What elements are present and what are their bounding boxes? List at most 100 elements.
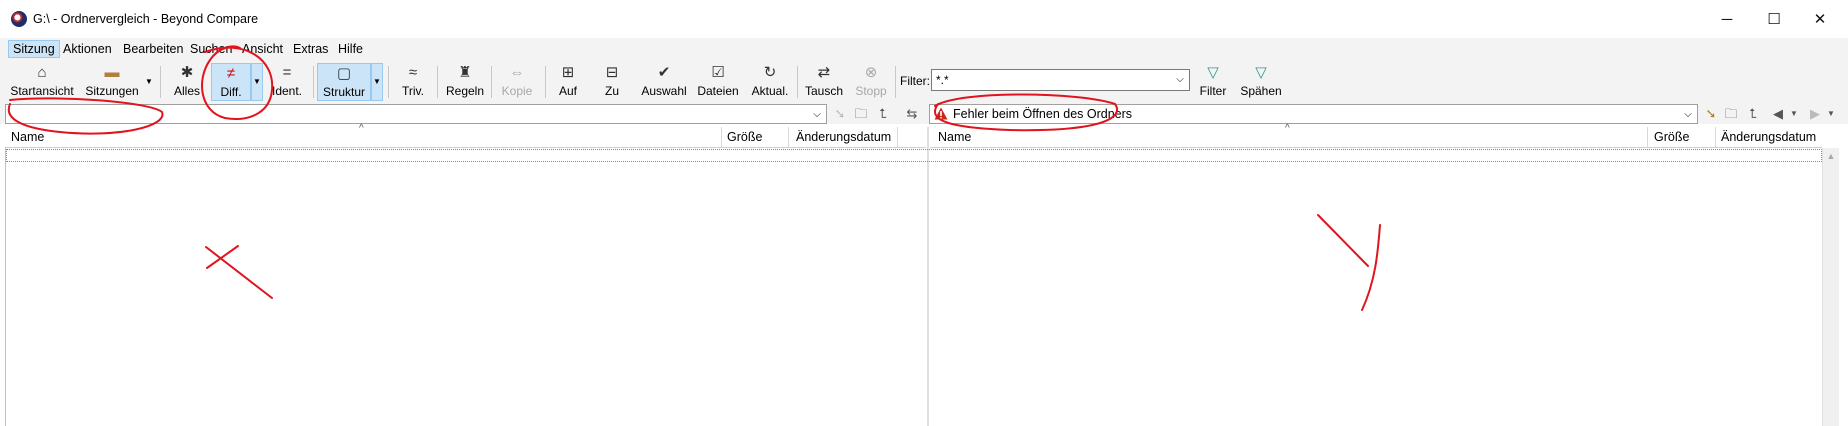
tausch-button[interactable]: ⇄ Tausch: [803, 63, 845, 101]
close-button[interactable]: ✕: [1797, 0, 1843, 38]
referee-icon: ♜: [458, 64, 472, 81]
refresh-icon: ↻: [763, 64, 777, 81]
menu-bearbeiten[interactable]: Bearbeiten: [119, 40, 187, 58]
column-divider[interactable]: [1647, 127, 1648, 148]
menu-hilfe[interactable]: Hilfe: [334, 40, 367, 58]
right-column-header: ^ Name Größe Änderungsdatum: [930, 123, 1822, 148]
vertical-scrollbar[interactable]: ▲: [1822, 148, 1839, 426]
alles-button[interactable]: ✱ Alles: [168, 63, 206, 101]
right-path-input[interactable]: Fehler beim Öffnen des Ordners ⌵: [929, 104, 1698, 124]
right-column-date[interactable]: Änderungsdatum: [1721, 130, 1816, 144]
title-bar: G:\ - Ordnervergleich - Beyond Compare ─…: [0, 0, 1848, 38]
not-equal-icon: ≠: [226, 65, 236, 82]
toolbar-separator: [895, 66, 896, 98]
auswahl-button[interactable]: ✔ Auswahl: [640, 63, 688, 101]
diff-button[interactable]: ≠ Diff.: [211, 63, 251, 101]
menu-ansicht[interactable]: Ansicht: [238, 40, 287, 58]
open-folder-icon[interactable]: 🗀: [851, 105, 871, 123]
dateien-button[interactable]: ☑ Dateien: [695, 63, 741, 101]
next-folder-icon[interactable]: ➘: [830, 105, 850, 123]
column-divider[interactable]: [897, 127, 898, 148]
left-column-header: ^ Name Größe Änderungsdatum: [5, 123, 926, 148]
right-column-name[interactable]: Name: [938, 130, 971, 144]
startansicht-button[interactable]: ⌂ Startansicht: [9, 63, 75, 101]
chevron-down-icon[interactable]: ⌵: [810, 107, 824, 123]
filter-input[interactable]: *.* ⌵: [931, 69, 1190, 91]
right-path-error: Fehler beim Öffnen des Ordners: [953, 107, 1133, 121]
copy-arrows-icon: ⇔: [509, 64, 525, 81]
swap-icon: ⇄: [817, 64, 831, 81]
menu-aktionen[interactable]: Aktionen: [59, 40, 116, 58]
minimize-button[interactable]: ─: [1704, 0, 1750, 38]
chevron-down-icon[interactable]: ⌵: [1173, 72, 1187, 88]
toolbar-separator: [388, 66, 389, 98]
kopie-button[interactable]: ⇔ Kopie: [497, 63, 537, 101]
funnel-peek-icon: ▽: [1255, 64, 1267, 81]
chevron-down-icon[interactable]: ▼: [1784, 105, 1804, 123]
right-file-list[interactable]: [930, 148, 1822, 426]
sitzungen-dropdown-arrow[interactable]: ▼: [143, 63, 155, 101]
menu-sitzung[interactable]: Sitzung: [8, 40, 60, 58]
struktur-button[interactable]: ▢ Struktur: [317, 63, 371, 101]
menu-suchen[interactable]: Suchen: [186, 40, 236, 58]
toolbar-separator: [313, 66, 314, 98]
left-column-name[interactable]: Name: [11, 130, 44, 144]
right-column-size[interactable]: Größe: [1654, 130, 1689, 144]
stop-icon: ⊗: [864, 64, 878, 81]
filter-button[interactable]: ▽ Filter: [1195, 63, 1231, 101]
swap-folders-icon[interactable]: ⇆: [902, 105, 922, 123]
pane-splitter[interactable]: [927, 127, 929, 426]
toolbar-separator: [491, 66, 492, 98]
parent-folder-icon[interactable]: ⮤: [873, 105, 893, 123]
left-column-size[interactable]: Größe: [727, 130, 762, 144]
asterisk-icon: ✱: [180, 64, 194, 81]
warning-icon: [934, 107, 948, 120]
approx-equal-icon: ≈: [408, 64, 418, 81]
regeln-button[interactable]: ♜ Regeln: [443, 63, 487, 101]
next-folder-icon[interactable]: ➘: [1701, 105, 1721, 123]
chevron-down-icon[interactable]: ⌵: [1681, 107, 1695, 123]
window-title: G:\ - Ordnervergleich - Beyond Compare: [33, 12, 259, 26]
toolbar-separator: [797, 66, 798, 98]
diff-dropdown-arrow[interactable]: ▼: [251, 63, 263, 101]
beyond-compare-logo-icon: [11, 11, 27, 27]
left-file-list[interactable]: [5, 148, 926, 426]
open-folder-icon[interactable]: 🗀: [1721, 105, 1741, 123]
left-column-date[interactable]: Änderungsdatum: [796, 130, 891, 144]
aktual-button[interactable]: ↻ Aktual.: [747, 63, 793, 101]
sitzungen-button[interactable]: ▬ Sitzungen: [82, 63, 142, 101]
spaehen-button[interactable]: ▽ Spähen: [1239, 63, 1283, 101]
checkmarks-icon: ✔: [657, 64, 671, 81]
parent-folder-icon[interactable]: ⮤: [1743, 105, 1763, 123]
ident-button[interactable]: = Ident.: [266, 63, 308, 101]
sort-caret-icon: ^: [1285, 123, 1290, 134]
left-path-input[interactable]: ⌵: [5, 104, 827, 124]
menu-bar: Sitzung Aktionen Bearbeiten Suchen Ansic…: [0, 38, 1848, 60]
toolbar-separator: [437, 66, 438, 98]
path-bar: ⌵ ➘ 🗀 ⮤ ⇆ Fehler beim Öffnen des Ordners…: [0, 104, 1848, 124]
scroll-up-icon[interactable]: ▲: [1823, 148, 1839, 165]
column-divider[interactable]: [1715, 127, 1716, 148]
auf-button[interactable]: ⊞ Auf: [553, 63, 583, 101]
triv-button[interactable]: ≈ Triv.: [396, 63, 430, 101]
column-divider[interactable]: [721, 127, 722, 148]
zu-button[interactable]: ⊟ Zu: [597, 63, 627, 101]
collapse-tree-icon: ⊟: [605, 64, 619, 81]
filter-value: *.*: [936, 73, 949, 87]
struktur-dropdown-arrow[interactable]: ▼: [371, 63, 383, 101]
column-divider[interactable]: [788, 127, 789, 148]
menu-extras[interactable]: Extras: [289, 40, 332, 58]
home-icon: ⌂: [37, 64, 47, 81]
equals-icon: =: [282, 64, 292, 81]
focus-row[interactable]: [6, 149, 1822, 162]
select-files-icon: ☑: [711, 64, 725, 81]
maximize-button[interactable]: ☐: [1751, 0, 1797, 38]
filter-label: Filter:: [900, 74, 930, 88]
expand-tree-icon: ⊞: [561, 64, 575, 81]
structure-icon: ▢: [336, 65, 352, 82]
chevron-down-icon[interactable]: ▼: [1821, 105, 1841, 123]
stopp-button[interactable]: ⊗ Stopp: [851, 63, 891, 101]
toolbar-separator: [160, 66, 161, 98]
toolbar: ⌂ Startansicht ▬ Sitzungen ▼ ✱ Alles ≠ D…: [0, 60, 1848, 104]
sort-caret-icon: ^: [359, 123, 364, 134]
